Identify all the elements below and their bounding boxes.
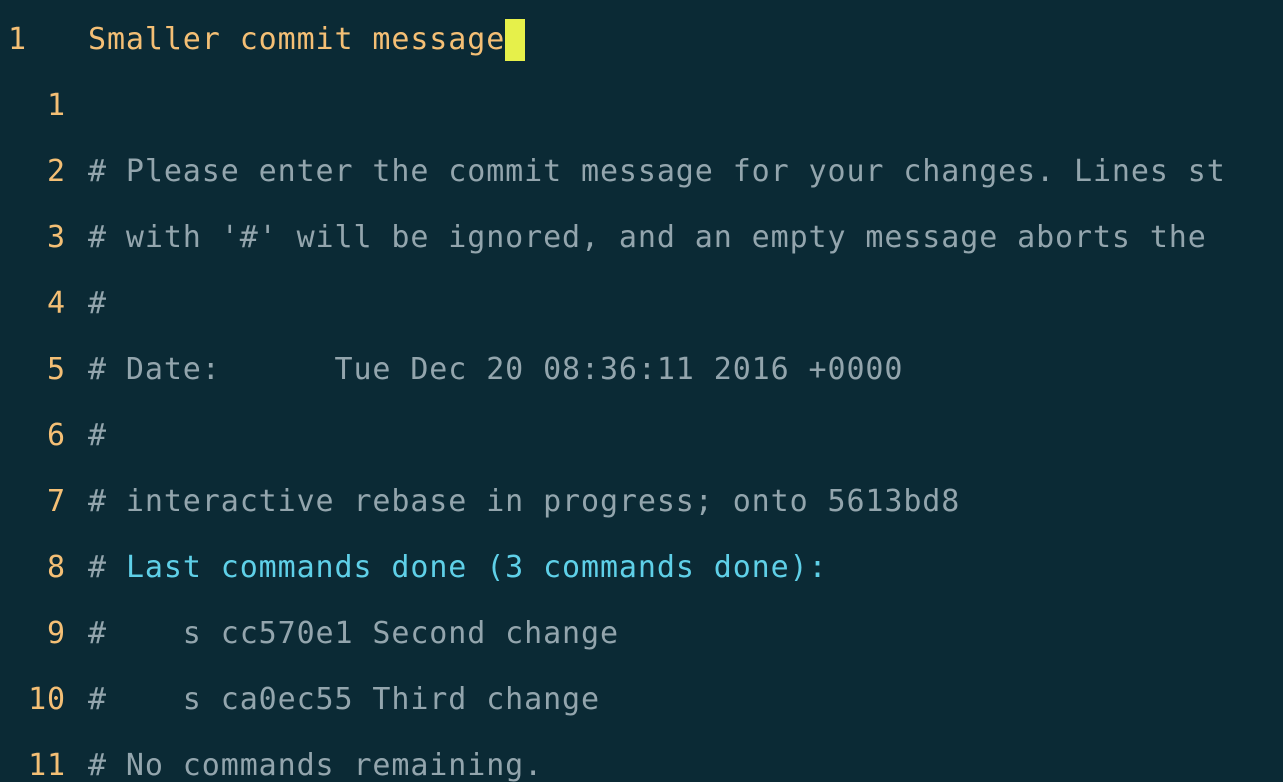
- editor-line[interactable]: 4 #: [0, 282, 1283, 326]
- editor-line[interactable]: 1: [0, 84, 1283, 128]
- line-number: 10: [28, 682, 66, 717]
- line-number: 7: [47, 484, 66, 519]
- line-text[interactable]: #: [88, 414, 107, 458]
- line-text[interactable]: # Last commands done (3 commands done):: [88, 546, 828, 590]
- line-number: 1: [8, 22, 27, 57]
- line-text[interactable]: # Please enter the commit message for yo…: [88, 150, 1226, 194]
- line-number: 9: [47, 616, 66, 651]
- commit-message-text[interactable]: Smaller commit message: [88, 18, 526, 62]
- text-editor[interactable]: 1 Smaller commit message 1 2 # Please en…: [0, 0, 1283, 782]
- editor-line[interactable]: 3 # with '#' will be ignored, and an emp…: [0, 216, 1283, 260]
- line-number: 1: [47, 88, 66, 123]
- line-text[interactable]: # No commands remaining.: [88, 744, 543, 782]
- line-text[interactable]: # interactive rebase in progress; onto 5…: [88, 480, 960, 524]
- line-number: 4: [47, 286, 66, 321]
- editor-line[interactable]: 5 # Date: Tue Dec 20 08:36:11 2016 +0000: [0, 348, 1283, 392]
- line-number: 2: [47, 154, 66, 189]
- line-number: 3: [47, 220, 66, 255]
- line-text[interactable]: # with '#' will be ignored, and an empty…: [88, 216, 1207, 260]
- editor-line[interactable]: 8 # Last commands done (3 commands done)…: [0, 546, 1283, 590]
- editor-line[interactable]: 11 # No commands remaining.: [0, 744, 1283, 782]
- editor-line[interactable]: 9 # s cc570e1 Second change: [0, 612, 1283, 656]
- line-number: 11: [28, 748, 66, 782]
- line-text[interactable]: #: [88, 282, 107, 326]
- line-number: 5: [47, 352, 66, 387]
- editor-line[interactable]: 6 #: [0, 414, 1283, 458]
- highlighted-heading: Last commands done (3 commands done):: [125, 550, 828, 585]
- line-number: 6: [47, 418, 66, 453]
- editor-line[interactable]: 10 # s ca0ec55 Third change: [0, 678, 1283, 722]
- editor-line[interactable]: 2 # Please enter the commit message for …: [0, 150, 1283, 194]
- commit-message-value[interactable]: Smaller commit message: [88, 22, 505, 57]
- line-number: 8: [47, 550, 66, 585]
- comment-marker: #: [88, 550, 126, 585]
- line-text[interactable]: # s cc570e1 Second change: [88, 612, 619, 656]
- line-text[interactable]: # s ca0ec55 Third change: [88, 678, 600, 722]
- editor-line[interactable]: 7 # interactive rebase in progress; onto…: [0, 480, 1283, 524]
- text-cursor: [505, 19, 526, 61]
- line-text[interactable]: # Date: Tue Dec 20 08:36:11 2016 +0000: [88, 348, 903, 392]
- editor-line-current[interactable]: 1 Smaller commit message: [0, 18, 1283, 62]
